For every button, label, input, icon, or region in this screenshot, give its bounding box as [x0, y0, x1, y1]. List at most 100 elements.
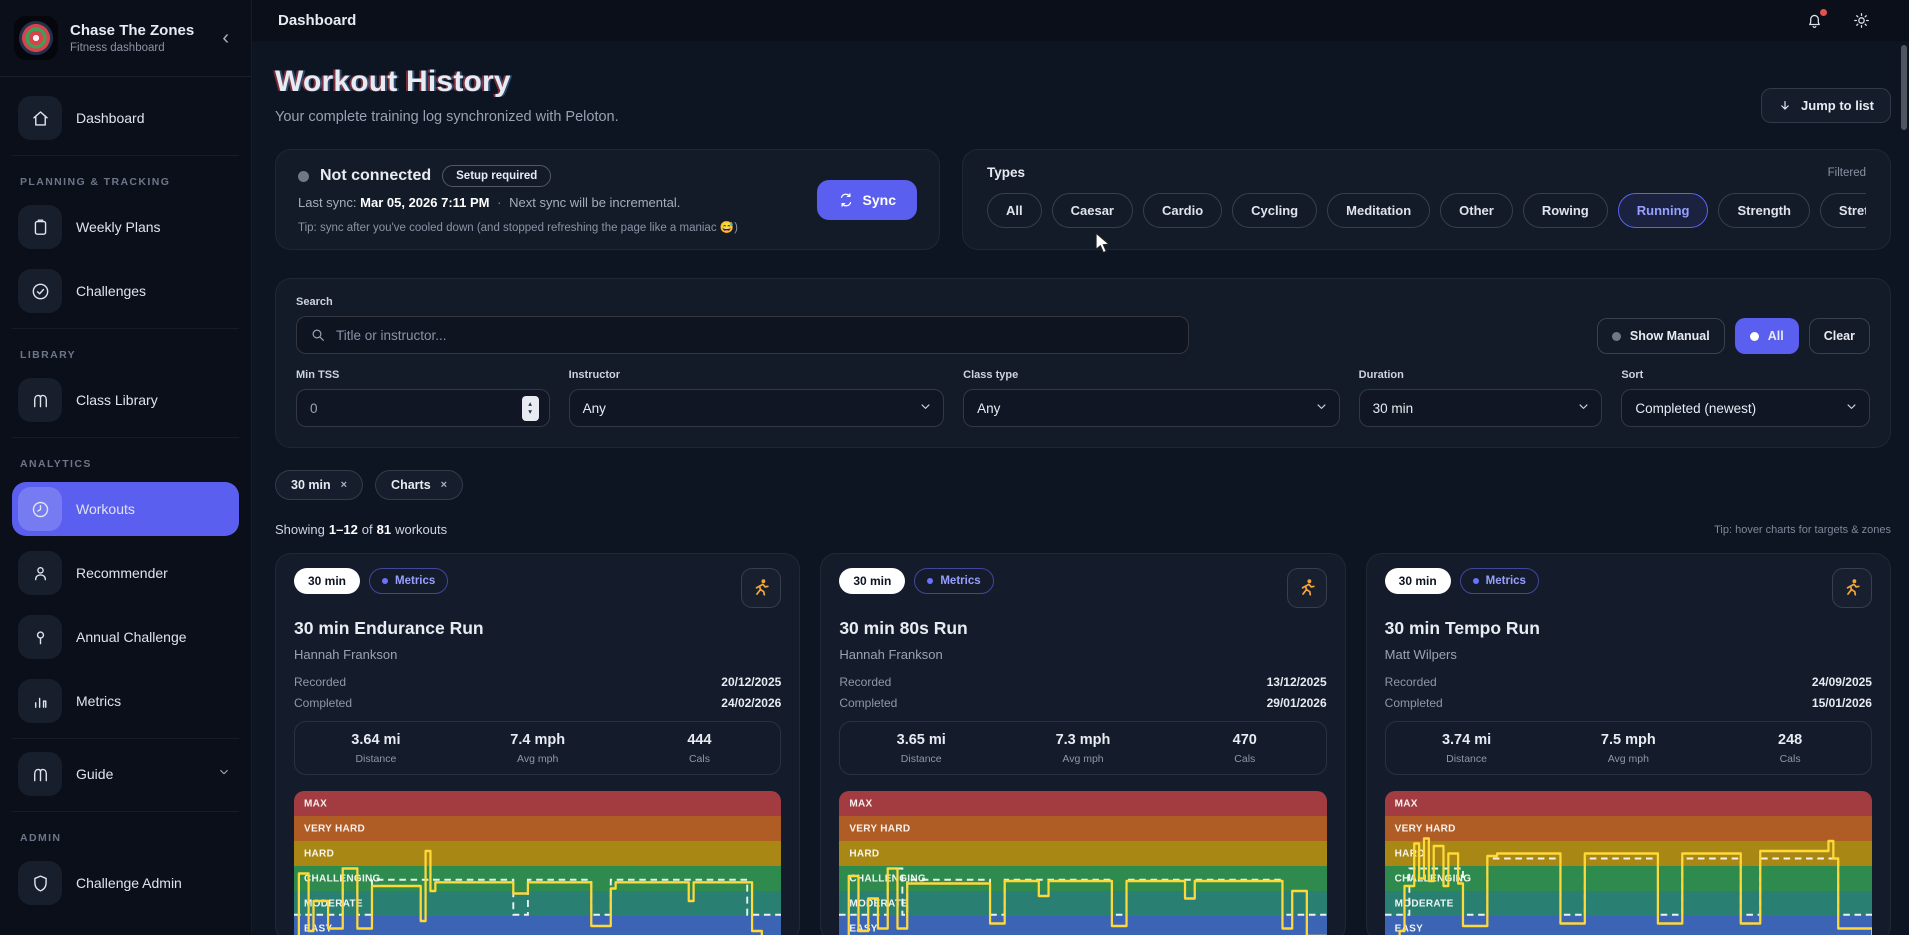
sidebar-item-challenges[interactable]: Challenges — [12, 264, 239, 318]
app-logo — [14, 16, 58, 60]
chevron-down-icon — [1844, 399, 1859, 417]
metrics-badge: Metrics — [1460, 568, 1539, 594]
workout-card-badges: 30 min Metrics — [839, 568, 1326, 608]
stat-cals: 470Cals — [1164, 732, 1326, 765]
duration-select[interactable]: 30 min — [1359, 389, 1603, 427]
remove-tag-icon[interactable]: × — [441, 479, 447, 491]
type-chip-cycling[interactable]: Cycling — [1232, 193, 1317, 228]
type-chip-stretching[interactable]: Stretching — [1820, 193, 1866, 228]
results-row: Showing1–12of81workouts Tip: hover chart… — [275, 522, 1891, 537]
workout-type-button[interactable] — [1287, 568, 1327, 608]
type-chip-cardio[interactable]: Cardio — [1143, 193, 1222, 228]
sidebar-group: Dashboard — [12, 87, 239, 145]
active-filter-tag-charts[interactable]: Charts× — [375, 470, 463, 500]
number-stepper[interactable]: ▴▾ — [522, 396, 539, 421]
stat-cals: 248Cals — [1709, 732, 1871, 765]
notifications-button[interactable] — [1805, 11, 1824, 30]
runner-icon — [1296, 577, 1318, 599]
metrics-dot-icon — [382, 578, 388, 584]
workout-card[interactable]: 30 min Metrics 30 min 80s Run Hannah Fra… — [820, 553, 1345, 935]
completed-row: Completed 15/01/2026 — [1385, 696, 1872, 710]
app-root: Chase The Zones Fitness dashboard ‹ Dash… — [0, 0, 1909, 935]
sidebar-item-class-library[interactable]: Class Library — [12, 373, 239, 427]
sidebar-group: ANALYTICS Workouts Recommender Annual Chall… — [12, 437, 239, 728]
bars-icon — [18, 679, 62, 723]
remove-tag-icon[interactable]: × — [341, 479, 347, 491]
sidebar-section-label: PLANNING & TRACKING — [20, 176, 231, 188]
recorded-date: 20/12/2025 — [721, 675, 781, 689]
sync-tip: Tip: sync after you've cooled down (and … — [298, 220, 738, 234]
type-chip-caesar[interactable]: Caesar — [1052, 193, 1133, 228]
stat-avg-mph: 7.5 mphAvg mph — [1547, 732, 1709, 765]
duration-badge: 30 min — [294, 568, 360, 594]
library-icon — [18, 752, 62, 796]
app-subtitle: Fitness dashboard — [70, 42, 194, 54]
jump-to-list-button[interactable]: Jump to list — [1761, 88, 1891, 123]
recorded-row: Recorded 20/12/2025 — [294, 675, 781, 689]
section-subtitle: Your complete training log synchronized … — [275, 109, 619, 125]
refresh-icon — [838, 192, 854, 208]
sidebar-section-label: ANALYTICS — [20, 458, 231, 470]
theme-toggle-button[interactable] — [1852, 11, 1871, 30]
sidebar-item-label: Class Library — [76, 392, 158, 408]
filter-panel: Search Show Manual All — [275, 278, 1891, 448]
type-chip-all[interactable]: All — [987, 193, 1042, 228]
scrollbar-thumb[interactable] — [1901, 45, 1907, 130]
type-chip-meditation[interactable]: Meditation — [1327, 193, 1430, 228]
active-filter-tag-30-min[interactable]: 30 min× — [275, 470, 363, 500]
type-chip-other[interactable]: Other — [1440, 193, 1513, 228]
workout-type-button[interactable] — [741, 568, 781, 608]
show-manual-toggle[interactable]: Show Manual — [1597, 318, 1725, 354]
zone-chart[interactable]: MAXVERY HARDHARDCHALLENGINGMODERATEEASY — [839, 791, 1326, 935]
sidebar-item-challenge-admin[interactable]: Challenge Admin — [12, 856, 239, 910]
zone-chart[interactable]: MAXVERY HARDHARDCHALLENGINGMODERATEEASY — [294, 791, 781, 935]
last-sync-value: Mar 05, 2026 7:11 PM — [360, 195, 489, 210]
stat-cals: 444Cals — [619, 732, 781, 765]
runner-icon — [750, 577, 772, 599]
workout-card-badges: 30 min Metrics — [1385, 568, 1872, 608]
type-chip-rowing[interactable]: Rowing — [1523, 193, 1608, 228]
workout-card[interactable]: 30 min Metrics 30 min Endurance Run Hann… — [275, 553, 800, 935]
zone-chart[interactable]: MAXVERY HARDHARDCHALLENGINGMODERATEEASY — [1385, 791, 1872, 935]
class-type-select[interactable]: Any — [963, 389, 1340, 427]
sidebar-item-label: Workouts — [76, 501, 135, 517]
sidebar-item-label: Annual Challenge — [76, 629, 187, 645]
stat-avg-mph: 7.4 mphAvg mph — [457, 732, 619, 765]
sidebar-item-label: Dashboard — [76, 110, 145, 126]
type-chip-strength[interactable]: Strength — [1718, 193, 1809, 228]
sidebar-item-metrics[interactable]: Metrics — [12, 674, 239, 728]
workout-instructor: Hannah Frankson — [839, 647, 1326, 662]
duration-badge: 30 min — [839, 568, 905, 594]
completed-date: 15/01/2026 — [1812, 696, 1872, 710]
sidebar-item-workouts[interactable]: Workouts — [12, 482, 239, 536]
person-icon — [18, 551, 62, 595]
instructor-select[interactable]: Any — [569, 389, 945, 427]
sync-button[interactable]: Sync — [817, 180, 917, 220]
sidebar-item-annual-challenge[interactable]: Annual Challenge — [12, 610, 239, 664]
workout-stats: 3.74 miDistance7.5 mphAvg mph248Cals — [1385, 721, 1872, 775]
all-toggle[interactable]: All — [1735, 318, 1799, 354]
completed-date: 29/01/2026 — [1267, 696, 1327, 710]
clear-filters-button[interactable]: Clear — [1809, 318, 1870, 354]
check-circle-icon — [18, 269, 62, 313]
workout-type-button[interactable] — [1832, 568, 1872, 608]
sort-select[interactable]: Completed (newest) — [1621, 389, 1870, 427]
sidebar-item-dashboard[interactable]: Dashboard — [12, 91, 239, 145]
sort-label: Sort — [1621, 369, 1870, 381]
search-box — [296, 316, 1189, 354]
type-chip-running[interactable]: Running — [1618, 193, 1709, 228]
library-icon — [18, 378, 62, 422]
min-tss-input[interactable]: 0▴▾ — [296, 389, 550, 427]
duration-badge: 30 min — [1385, 568, 1451, 594]
sidebar-collapse-button[interactable]: ‹ — [214, 24, 237, 52]
dartboard-logo-icon — [19, 21, 53, 55]
page-head: Workout History Your complete training l… — [275, 59, 1891, 125]
sidebar-group: Guide — [12, 738, 239, 801]
clipboard-icon — [18, 205, 62, 249]
type-chips-row: All Caesar Cardio Cycling Meditation Other Row… — [987, 193, 1866, 228]
search-input[interactable] — [336, 328, 1175, 343]
sidebar-item-recommender[interactable]: Recommender — [12, 546, 239, 600]
sidebar-item-weekly-plans[interactable]: Weekly Plans — [12, 200, 239, 254]
sidebar-item-guide[interactable]: Guide — [12, 747, 239, 801]
workout-card[interactable]: 30 min Metrics 30 min Tempo Run Matt Wil… — [1366, 553, 1891, 935]
